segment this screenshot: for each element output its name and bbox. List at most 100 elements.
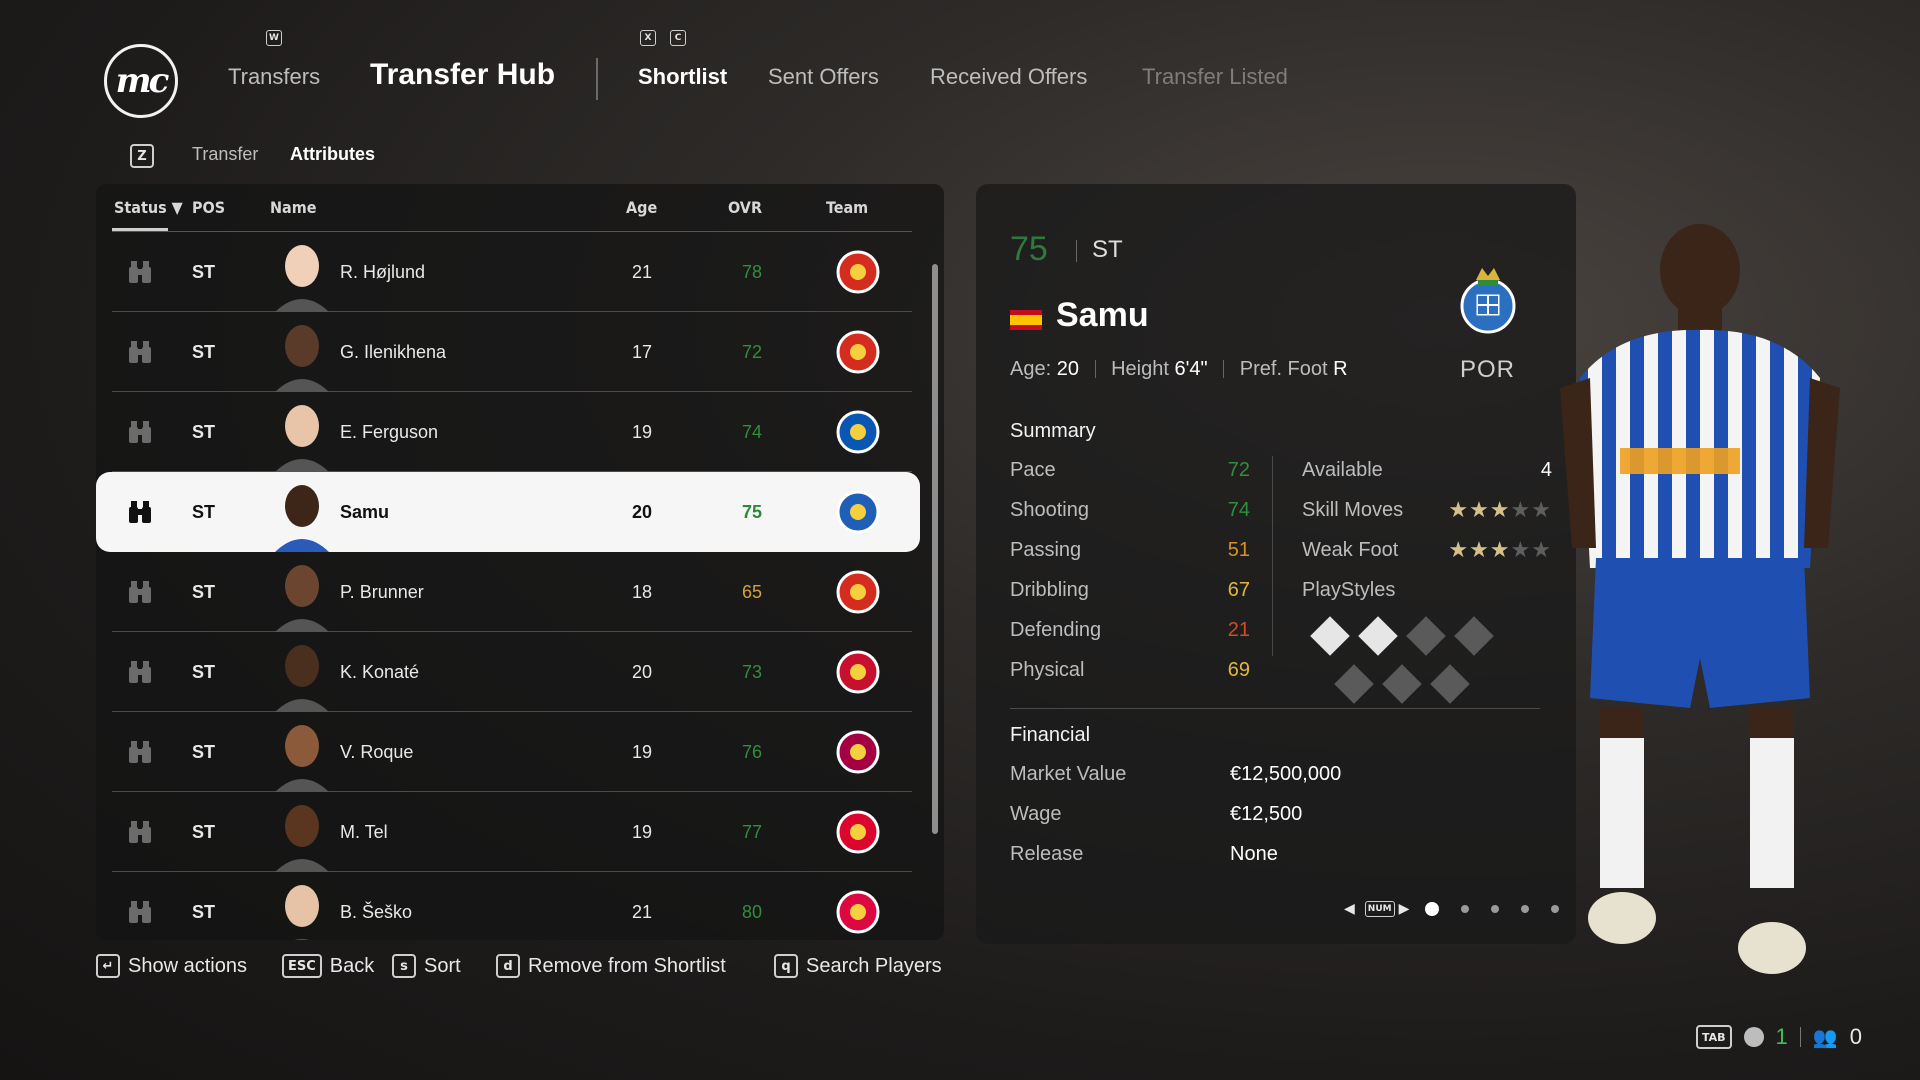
table-row[interactable]: ST K. Konaté 20 73 bbox=[112, 632, 912, 712]
row-position: ST bbox=[192, 661, 216, 682]
row-age: 19 bbox=[631, 421, 653, 442]
table-row[interactable]: ST V. Roque 19 76 bbox=[112, 712, 912, 792]
playstyle-finesse-icon[interactable] bbox=[1310, 616, 1350, 656]
table-row[interactable]: ST E. Ferguson 19 74 bbox=[112, 392, 912, 472]
playstyle-empty-slot bbox=[1430, 664, 1470, 704]
attribute-row: Defending 21 bbox=[1010, 610, 1250, 650]
available-label: Available bbox=[1302, 458, 1383, 481]
row-player-name: E. Ferguson bbox=[340, 421, 439, 442]
porto-crest-icon bbox=[832, 472, 884, 552]
nav-transfers[interactable]: Transfers bbox=[228, 64, 320, 90]
page-dot[interactable] bbox=[1425, 901, 1440, 916]
divider bbox=[1272, 456, 1273, 656]
shortlist-binoculars-icon[interactable] bbox=[120, 312, 160, 392]
show-actions-hint[interactable]: ↵ Show actions bbox=[96, 954, 247, 978]
col-team[interactable]: Team bbox=[826, 198, 868, 217]
player-face-icon bbox=[272, 872, 332, 940]
table-row[interactable]: ST R. Højlund 21 78 bbox=[112, 232, 912, 312]
financial-value: €12,500,000 bbox=[1230, 762, 1342, 785]
subtab-attributes[interactable]: Attributes bbox=[290, 144, 375, 165]
chevron-left-icon[interactable]: ◀ bbox=[1344, 900, 1355, 917]
nav-divider bbox=[596, 58, 598, 100]
col-status[interactable]: Status ▼ bbox=[114, 198, 183, 217]
col-name[interactable]: Name bbox=[270, 198, 317, 217]
table-row[interactable]: ST M. Tel 19 77 bbox=[112, 792, 912, 872]
shortlist-binoculars-icon[interactable] bbox=[120, 552, 160, 632]
shortlist-binoculars-icon[interactable] bbox=[120, 472, 160, 552]
row-position: ST bbox=[192, 501, 216, 522]
back-label: Back bbox=[329, 954, 375, 977]
attribute-label: Pace bbox=[1010, 458, 1056, 481]
shortlist-binoculars-icon[interactable] bbox=[120, 392, 160, 472]
page-dot[interactable] bbox=[1521, 904, 1530, 913]
row-age: 19 bbox=[631, 741, 653, 762]
star-icon: ★ bbox=[1489, 537, 1511, 562]
foot-label: Pref. Foot bbox=[1239, 358, 1328, 380]
tab-shortlist[interactable]: Shortlist bbox=[638, 64, 727, 90]
age-value: 20 bbox=[1056, 358, 1079, 380]
financial-label: Wage bbox=[1010, 802, 1062, 825]
tab-received-offers[interactable]: Received Offers bbox=[930, 64, 1087, 90]
row-player-name: G. Ilenikhena bbox=[340, 341, 447, 362]
page-dot[interactable] bbox=[1491, 904, 1500, 913]
col-pos[interactable]: POS bbox=[192, 198, 225, 217]
page-indicator[interactable]: ◀ NUM ▶ bbox=[1344, 900, 1560, 917]
row-position: ST bbox=[192, 421, 216, 442]
shortlist-table: Status ▼ POS Name Age OVR Team ST R. Høj… bbox=[96, 184, 944, 940]
player-face-icon bbox=[272, 232, 332, 312]
financial-label: Market Value bbox=[1010, 762, 1127, 785]
attribute-row: Passing 51 bbox=[1010, 530, 1250, 570]
key-hint-x: X bbox=[640, 30, 656, 46]
player-render bbox=[1560, 224, 1840, 974]
attribute-value: 74 bbox=[1227, 498, 1250, 521]
table-row[interactable]: ST G. Ilenikhena 17 72 bbox=[112, 312, 912, 392]
row-age: 18 bbox=[631, 581, 653, 602]
monaco-crest-icon bbox=[832, 312, 884, 392]
star-icon: ★ bbox=[1510, 537, 1532, 562]
player-face-icon bbox=[272, 712, 332, 792]
table-row[interactable]: ST P. Brunner 18 65 bbox=[112, 552, 912, 632]
nav-transfer-hub[interactable]: Transfer Hub bbox=[370, 58, 555, 92]
tab-transfer-listed[interactable]: Transfer Listed bbox=[1142, 64, 1288, 90]
key-hint-esc: ESC bbox=[282, 954, 322, 978]
row-ovr: 74 bbox=[741, 421, 763, 442]
key-hint-w: W bbox=[266, 30, 282, 46]
shortlist-binoculars-icon[interactable] bbox=[120, 712, 160, 792]
table-row[interactable]: ST Samu 20 75 bbox=[96, 472, 920, 552]
detail-player-name: Samu bbox=[1056, 296, 1149, 334]
key-hint-q: q bbox=[774, 954, 798, 978]
tab-sent-offers[interactable]: Sent Offers bbox=[768, 64, 879, 90]
financial-value: €12,500 bbox=[1230, 802, 1303, 825]
subtab-transfer[interactable]: Transfer bbox=[192, 144, 258, 165]
col-age[interactable]: Age bbox=[626, 198, 657, 217]
shortlist-binoculars-icon[interactable] bbox=[120, 632, 160, 712]
shortlist-binoculars-icon[interactable] bbox=[120, 872, 160, 940]
table-row[interactable]: ST B. Šeško 21 80 bbox=[112, 872, 912, 940]
shortlist-binoculars-icon[interactable] bbox=[120, 232, 160, 312]
chevron-right-icon[interactable]: ▶ bbox=[1399, 900, 1410, 917]
porto-crest-icon bbox=[1460, 268, 1516, 334]
row-ovr: 72 bbox=[741, 341, 763, 362]
star-icon: ★ bbox=[1469, 497, 1490, 522]
skill-moves-row: Skill Moves ★★★★★ bbox=[1302, 490, 1552, 530]
search-players-hint[interactable]: q Search Players bbox=[774, 954, 942, 978]
row-player-name: R. Højlund bbox=[340, 261, 426, 282]
brighton-crest-icon bbox=[832, 392, 884, 472]
key-hint-z: Z bbox=[130, 144, 154, 168]
monaco-crest-icon bbox=[832, 552, 884, 632]
scrollbar[interactable] bbox=[932, 264, 938, 834]
shortlist-binoculars-icon[interactable] bbox=[120, 792, 160, 872]
sort-hint[interactable]: s Sort bbox=[392, 954, 461, 978]
attribute-value: 51 bbox=[1227, 538, 1250, 561]
page-dot[interactable] bbox=[1461, 904, 1470, 913]
key-hint-d: d bbox=[496, 954, 520, 978]
player-face-icon bbox=[272, 792, 332, 872]
back-hint[interactable]: ESC Back bbox=[282, 954, 374, 978]
notification-icon bbox=[1743, 1027, 1764, 1047]
playstyle-power-shot-icon[interactable] bbox=[1358, 616, 1398, 656]
remove-from-shortlist-hint[interactable]: d Remove from Shortlist bbox=[496, 954, 726, 978]
divider bbox=[1010, 708, 1540, 709]
weak-foot-row: Weak Foot ★★★★★ bbox=[1302, 530, 1552, 570]
page-dot[interactable] bbox=[1551, 904, 1560, 913]
col-ovr[interactable]: OVR bbox=[728, 198, 762, 217]
